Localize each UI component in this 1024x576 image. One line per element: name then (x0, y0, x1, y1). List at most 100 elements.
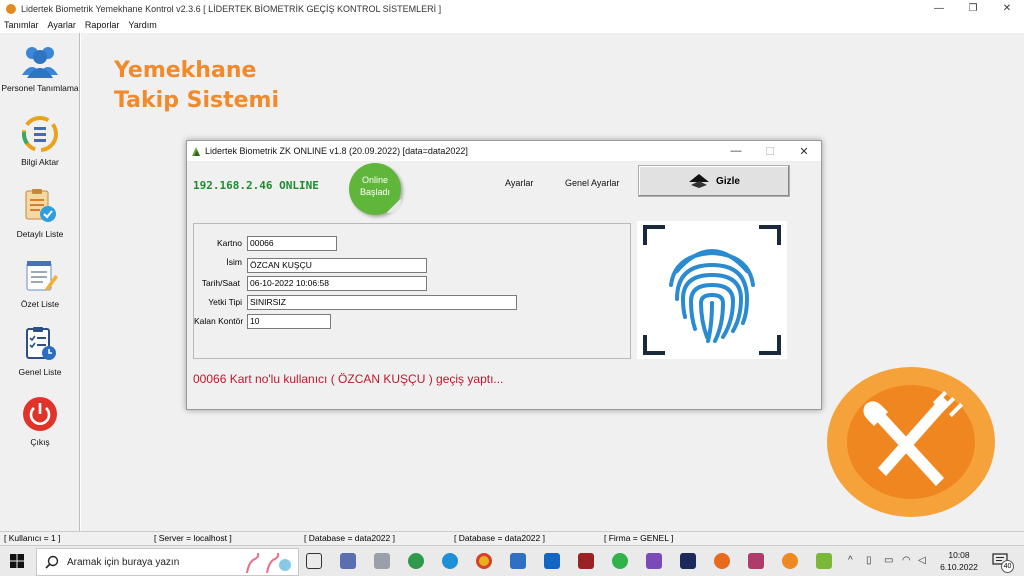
eject-icon (689, 174, 710, 188)
brand-title: Yemekhane Takip Sistemi (114, 56, 279, 116)
badge-line-2: Başladı (359, 187, 391, 197)
edge-icon[interactable] (442, 553, 458, 569)
fingerprint-icon (643, 225, 781, 355)
menu-ayarlar[interactable]: Ayarlar (48, 20, 76, 30)
genel-label: Genel Liste (18, 367, 62, 377)
badge-line-1: Online (361, 175, 388, 185)
detayli-liste-button[interactable]: Detaylı Liste (0, 187, 80, 239)
app-icon-2[interactable] (374, 553, 390, 569)
yemekhane-app-icon[interactable] (782, 553, 798, 569)
minimize-button[interactable]: — (922, 0, 956, 17)
kontor-field[interactable]: 10 (247, 314, 331, 329)
cikis-label: Çıkış (30, 437, 50, 447)
kartno-label: Kartno (216, 238, 242, 248)
power-icon (23, 397, 57, 431)
dialog-title: Lidertek Biometrik ZK ONLINE v1.8 (20.09… (205, 146, 468, 156)
ip-status: 192.168.2.46 ONLINE (193, 179, 319, 192)
tray-device-icon[interactable]: ▯ (866, 555, 872, 566)
users-icon (22, 47, 58, 78)
left-toolbar: Personel Tanımlama Bilgi Aktar Detaylı L… (0, 33, 80, 531)
yetki-field[interactable]: SINIRSIZ (247, 295, 517, 310)
status-kullanici: [ Kullanıcı = 1 ] (4, 533, 61, 543)
main-title-bar[interactable]: Lidertek Biometrik Yemekhane Kontrol v2.… (0, 0, 1024, 17)
personel-tanimlama-button[interactable]: Personel Tanımlama (0, 43, 80, 93)
taskbar-search-input[interactable]: Aramak için buraya yazın (36, 548, 299, 576)
status-bar: [ Kullanıcı = 1 ] [ Server = localhost ]… (0, 531, 1024, 545)
isim-label: İsim (226, 257, 242, 267)
taskbar-clock[interactable]: 10:08 6.10.2022 (936, 549, 982, 573)
dialog-minimize-button[interactable]: — (719, 141, 753, 161)
cikis-button[interactable]: Çıkış (0, 395, 80, 447)
dialog-close-button[interactable]: ✕ (787, 141, 821, 161)
app-icon-1[interactable] (340, 553, 356, 569)
sync-list-icon (22, 116, 58, 152)
app-icon-8[interactable] (578, 553, 594, 569)
tarih-label: Tarih/Saat (201, 278, 240, 288)
whatsapp-icon[interactable] (612, 553, 628, 569)
menu-bar: Tanımlar Ayarlar Raporlar Yardım (0, 17, 1024, 33)
passage-message: 00066 Kart no'lu kullanıcı ( ÖZCAN KUŞÇU… (193, 372, 504, 386)
ozet-liste-button[interactable]: Özet Liste (0, 257, 80, 309)
genel-ayarlar-link[interactable]: Genel Ayarlar (565, 178, 619, 188)
checklist-clock-icon (26, 327, 56, 360)
brand-line-2: Takip Sistemi (114, 88, 279, 113)
gizle-label: Gizle (716, 175, 740, 187)
menu-yardim[interactable]: Yardım (128, 20, 156, 30)
app-icon-6[interactable] (510, 553, 526, 569)
notification-count-badge: 40 (1001, 560, 1014, 573)
kontor-label: Kalan Kontör (194, 316, 244, 326)
clock-time: 10:08 (948, 550, 970, 560)
tray-chevron-icon[interactable]: ^ (848, 555, 853, 566)
wifi-icon[interactable]: ◠ (902, 555, 911, 566)
status-server: [ Server = localhost ] (154, 533, 232, 543)
tarih-field[interactable]: 06-10-2022 10:06:58 (247, 276, 427, 291)
clipboard-check-icon (25, 189, 56, 222)
app-icon-3[interactable] (408, 553, 424, 569)
visual-studio-icon[interactable] (646, 553, 662, 569)
kartno-field[interactable]: 00066 (247, 236, 337, 251)
clock-date: 6.10.2022 (940, 562, 978, 572)
fingerprint-panel (637, 221, 787, 359)
window-title: Lidertek Biometrik Yemekhane Kontrol v2.… (21, 3, 442, 14)
outlook-icon[interactable] (544, 553, 560, 569)
winrar-icon[interactable] (748, 553, 764, 569)
menu-tanimlar[interactable]: Tanımlar (4, 20, 39, 30)
app-icon (6, 3, 16, 14)
ayarlar-link[interactable]: Ayarlar (505, 178, 533, 188)
notepad-pencil-icon (26, 261, 58, 291)
close-button[interactable]: ✕ (990, 0, 1024, 17)
task-view-icon[interactable] (306, 553, 322, 569)
status-database-2: [ Database = data2022 ] (454, 533, 545, 543)
yetki-label: Yetki Tipi (208, 297, 242, 307)
cutlery-logo-icon (827, 367, 995, 517)
lidertek-logo-icon (192, 146, 200, 156)
bilgi-aktar-label: Bilgi Aktar (21, 157, 59, 167)
zk-online-app-icon[interactable] (816, 553, 832, 569)
notification-center-icon[interactable]: 40 (992, 553, 1014, 573)
bilgi-aktar-button[interactable]: Bilgi Aktar (0, 115, 80, 167)
isim-field[interactable]: ÖZCAN KUŞÇU (247, 258, 427, 273)
genel-liste-button[interactable]: Genel Liste (0, 325, 80, 377)
gizle-button[interactable]: Gizle (638, 165, 790, 197)
zk-online-dialog: Lidertek Biometrik ZK ONLINE v1.8 (20.09… (186, 140, 822, 410)
status-firma: [ Firma = GENEL ] (604, 533, 674, 543)
firefox-icon[interactable] (714, 553, 730, 569)
card-info-group: Kartno 00066 İsim ÖZCAN KUŞÇU Tarih/Saat… (193, 223, 631, 359)
volume-icon[interactable]: ◁ (918, 555, 926, 566)
battery-icon[interactable]: ▭ (884, 555, 893, 566)
menu-raporlar[interactable]: Raporlar (85, 20, 120, 30)
detayli-label: Detaylı Liste (16, 229, 64, 239)
search-placeholder: Aramak için buraya yazın (67, 557, 180, 568)
taskbar: Aramak için buraya yazın ^ ▯ ▭ ◠ ◁ 10:08… (0, 545, 1024, 576)
windows-start-icon[interactable] (10, 554, 24, 568)
ozet-label: Özet Liste (20, 299, 60, 309)
chrome-icon[interactable] (476, 553, 492, 569)
dialog-title-bar[interactable]: Lidertek Biometrik ZK ONLINE v1.8 (20.09… (187, 141, 821, 161)
photoshop-icon[interactable] (680, 553, 696, 569)
status-database-1: [ Database = data2022 ] (304, 533, 395, 543)
online-started-badge: Online Başladı (349, 163, 401, 215)
dialog-maximize-button: ☐ (765, 145, 775, 158)
flamingo-search-art-icon (246, 552, 291, 574)
search-icon (45, 555, 59, 569)
maximize-button[interactable]: ❐ (956, 0, 990, 17)
